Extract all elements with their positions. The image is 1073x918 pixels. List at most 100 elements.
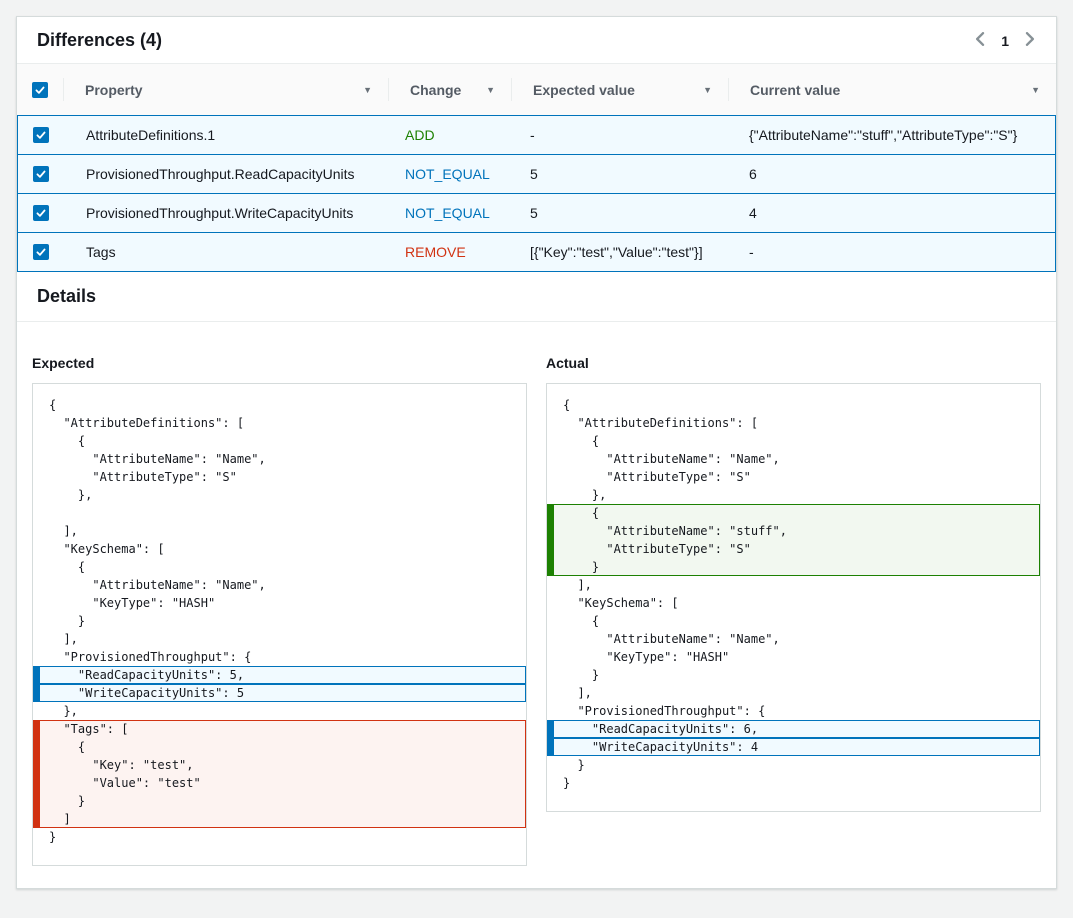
column-header-expected-value: Expected value ▼ [511, 64, 728, 115]
diff-property: ProvisionedThroughput.WriteCapacityUnits [64, 205, 389, 221]
details-section-title: Details [17, 272, 1056, 322]
code-line: } [547, 756, 1040, 774]
code-line: "AttributeDefinitions": [ [547, 414, 1040, 432]
diff-current-value: - [729, 244, 1055, 260]
differences-panel: Differences (4) 1 Property [16, 16, 1057, 889]
check-icon [36, 127, 46, 143]
column-label: Expected value [533, 82, 635, 98]
table-row[interactable]: TagsREMOVE[{"Key":"test","Value":"test"}… [17, 232, 1056, 272]
sort-arrow-icon[interactable]: ▼ [486, 85, 495, 95]
row-checkbox-cell [18, 166, 64, 182]
actual-pane-label: Actual [546, 355, 1041, 371]
code-line: ], [547, 576, 1040, 594]
table-header-row: Property ▼ Change ▼ Expected value ▼ Cur… [17, 64, 1056, 115]
diff-expected-value: [{"Key":"test","Value":"test"}] [512, 244, 729, 260]
diff-rows: AttributeDefinitions.1ADD-{"AttributeNam… [17, 115, 1056, 272]
row-checkbox[interactable] [33, 244, 49, 260]
code-line: "AttributeType": "S" [33, 468, 526, 486]
column-header-current-value: Current value ▼ [728, 64, 1056, 115]
code-line: "AttributeName": "Name", [33, 450, 526, 468]
current-page-number[interactable]: 1 [1001, 33, 1009, 49]
code-line: }, [33, 702, 526, 720]
previous-page-button[interactable] [974, 32, 985, 49]
code-line: "Value": "test" [33, 774, 526, 792]
code-line: } [33, 612, 526, 630]
column-header-change: Change ▼ [388, 64, 511, 115]
row-checkbox-cell [18, 127, 64, 143]
code-line: }, [33, 486, 526, 504]
check-icon [35, 82, 45, 98]
diff-highlight-green: { "AttributeName": "stuff", "AttributeTy… [547, 504, 1040, 576]
code-line: "KeySchema": [ [33, 540, 526, 558]
chevron-left-icon [974, 32, 985, 49]
diff-highlight-blue: "ReadCapacityUnits": 6, [547, 720, 1040, 738]
sort-arrow-icon[interactable]: ▼ [703, 85, 712, 95]
sort-arrow-icon[interactable]: ▼ [363, 85, 372, 95]
diff-current-value: {"AttributeName":"stuff","AttributeType"… [729, 127, 1055, 143]
code-line: "AttributeName": "Name", [547, 450, 1040, 468]
diff-property: ProvisionedThroughput.ReadCapacityUnits [64, 166, 389, 182]
code-line: "AttributeType": "S" [547, 540, 1040, 558]
code-line: "KeySchema": [ [547, 594, 1040, 612]
diff-expected-value: - [512, 127, 729, 143]
diff-change-type: NOT_EQUAL [389, 166, 512, 182]
actual-pane: Actual { "AttributeDefinitions": [ { "At… [546, 355, 1041, 812]
diff-highlight-blue: "WriteCapacityUnits": 5 [33, 684, 526, 702]
row-checkbox-cell [18, 244, 64, 260]
column-label: Property [85, 82, 143, 98]
code-line: { [547, 612, 1040, 630]
check-icon [36, 166, 46, 182]
diff-highlight-blue: "WriteCapacityUnits": 4 [547, 738, 1040, 756]
row-checkbox[interactable] [33, 127, 49, 143]
diff-change-type: REMOVE [389, 244, 512, 260]
table-row[interactable]: AttributeDefinitions.1ADD-{"AttributeNam… [17, 115, 1056, 155]
table-row[interactable]: ProvisionedThroughput.WriteCapacityUnits… [17, 193, 1056, 233]
diff-current-value: 6 [729, 166, 1055, 182]
next-page-button[interactable] [1025, 32, 1036, 49]
expected-pane: Expected { "AttributeDefinitions": [ { "… [32, 355, 527, 866]
table-row[interactable]: ProvisionedThroughput.ReadCapacityUnitsN… [17, 154, 1056, 194]
diff-highlight-red: "Tags": [ { "Key": "test", "Value": "tes… [33, 720, 526, 828]
code-line [33, 504, 526, 522]
diff-property: AttributeDefinitions.1 [64, 127, 389, 143]
code-line: "Tags": [ [33, 720, 526, 738]
code-line: } [33, 792, 526, 810]
diff-expected-value: 5 [512, 205, 729, 221]
check-icon [36, 205, 46, 221]
diff-change-type: NOT_EQUAL [389, 205, 512, 221]
code-line: "AttributeName": "Name", [33, 576, 526, 594]
code-line: "ProvisionedThroughput": { [33, 648, 526, 666]
code-line: } [547, 558, 1040, 576]
code-line: "ProvisionedThroughput": { [547, 702, 1040, 720]
row-checkbox[interactable] [33, 166, 49, 182]
panel-header: Differences (4) 1 [17, 17, 1056, 64]
diff-change-type: ADD [389, 127, 512, 143]
code-line: "AttributeType": "S" [547, 468, 1040, 486]
code-line: { [547, 504, 1040, 522]
code-line: "ReadCapacityUnits": 6, [547, 720, 1040, 738]
actual-json-view: { "AttributeDefinitions": [ { "Attribute… [546, 383, 1041, 812]
code-line: "AttributeName": "stuff", [547, 522, 1040, 540]
select-all-cell [17, 64, 63, 115]
code-line: { [33, 432, 526, 450]
column-header-property: Property ▼ [63, 64, 388, 115]
row-checkbox-cell [18, 205, 64, 221]
code-line: } [33, 828, 526, 846]
code-line: ] [33, 810, 526, 828]
select-all-checkbox[interactable] [32, 82, 48, 98]
sort-arrow-icon[interactable]: ▼ [1031, 85, 1040, 95]
code-line: ], [547, 684, 1040, 702]
code-line: { [33, 738, 526, 756]
chevron-right-icon [1025, 32, 1036, 49]
code-line: "KeyType": "HASH" [547, 648, 1040, 666]
column-label: Change [410, 82, 461, 98]
diff-expected-value: 5 [512, 166, 729, 182]
diff-current-value: 4 [729, 205, 1055, 221]
code-line: { [547, 432, 1040, 450]
code-line: { [33, 396, 526, 414]
code-line: ], [33, 522, 526, 540]
row-checkbox[interactable] [33, 205, 49, 221]
panel-title: Differences (4) [37, 30, 162, 51]
code-line: { [33, 558, 526, 576]
code-line: "Key": "test", [33, 756, 526, 774]
